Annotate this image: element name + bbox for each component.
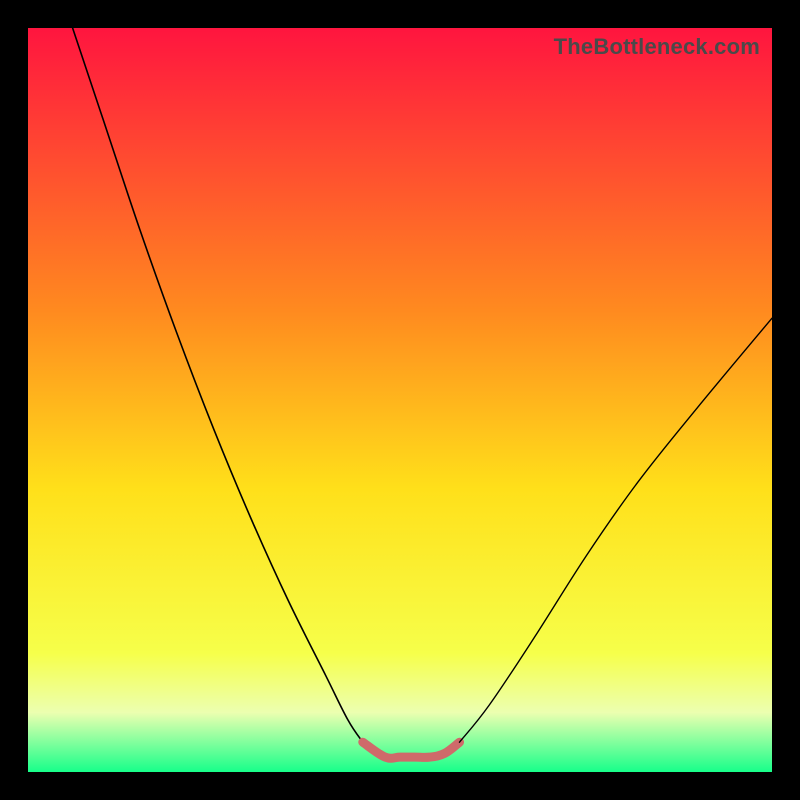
series-right-branch: [460, 318, 773, 742]
series-left-branch: [73, 28, 363, 742]
chart-frame: TheBottleneck.com: [0, 0, 800, 800]
chart-plot-area: TheBottleneck.com: [28, 28, 772, 772]
series-bottom-segment: [363, 742, 460, 758]
chart-curves: [28, 28, 772, 772]
